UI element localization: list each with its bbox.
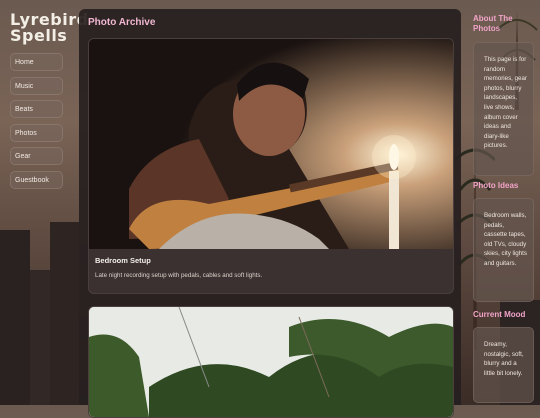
photo-ideas-heading: Photo Ideas: [473, 181, 519, 190]
page-title: Photo Archive: [88, 17, 156, 28]
photo-ideas-box: Bedroom walls, pedals, cassette tapes, o…: [473, 198, 534, 302]
nav-item-photos[interactable]: Photos: [10, 123, 63, 142]
photo-ideas-text: Bedroom walls, pedals, cassette tapes, o…: [484, 212, 527, 267]
current-mood-box: Dreamy, nostalgic, soft, blurry and a li…: [473, 327, 534, 403]
nav-item-home[interactable]: Home: [10, 53, 63, 71]
sidebar-current-mood: Current Mood Dreamy, nostalgic, soft, bl…: [473, 310, 534, 403]
photo-card[interactable]: Bedroom Setup Late night recording setup…: [88, 38, 454, 294]
logo-line-2: Spells: [10, 26, 68, 45]
card-description: Late night recording setup with pedals, …: [95, 272, 263, 279]
sidebar-about: About The Photos This page is for random…: [473, 14, 534, 176]
sidebar-photo-ideas: Photo Ideas Bedroom walls, pedals, casse…: [473, 181, 534, 302]
about-text: This page is for random memories, gear p…: [484, 56, 527, 150]
card-title: Bedroom Setup: [95, 256, 151, 265]
current-mood-heading: Current Mood: [473, 310, 526, 319]
nav-item-beats[interactable]: Beats: [10, 100, 63, 118]
about-box: This page is for random memories, gear p…: [473, 42, 534, 176]
main-nav: Home Music Beats Photos Gear Guestbook: [10, 53, 63, 194]
photo-card[interactable]: [88, 306, 454, 418]
photo-trees[interactable]: [89, 307, 453, 417]
about-heading: About The Photos: [473, 14, 513, 33]
site-logo[interactable]: Lyrebird Spells: [10, 12, 88, 45]
nav-item-music[interactable]: Music: [10, 76, 63, 95]
nav-item-guestbook[interactable]: Guestbook: [10, 170, 63, 189]
photo-archive-panel: Photo Archive Bedroom Setup Late night r…: [79, 9, 461, 418]
nav-item-gear[interactable]: Gear: [10, 147, 63, 165]
current-mood-text: Dreamy, nostalgic, soft, blurry and a li…: [484, 341, 524, 377]
photo-bedroom-setup[interactable]: [89, 39, 453, 249]
